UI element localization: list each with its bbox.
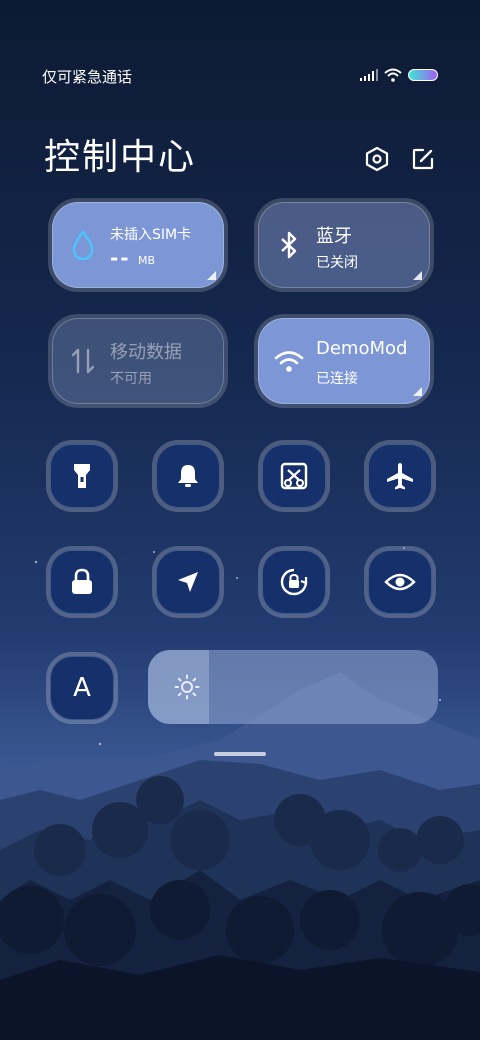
bluetooth-status: 已关闭 — [316, 255, 358, 271]
settings-button[interactable] — [362, 144, 392, 174]
mobile-data-tile[interactable]: 移动数据 不可用 — [52, 318, 224, 404]
flashlight-toggle[interactable] — [50, 444, 114, 508]
tile-corner-indicator — [413, 271, 422, 280]
wifi-tile[interactable]: DemoMod 已连接 — [258, 318, 430, 404]
rotation-lock-icon — [280, 568, 308, 596]
reading-mode-toggle[interactable] — [368, 550, 432, 614]
airplane-mode-toggle[interactable] — [368, 444, 432, 508]
eye-icon — [384, 573, 416, 591]
rotation-lock-toggle[interactable] — [262, 550, 326, 614]
page-title: 控制中心 — [44, 137, 197, 178]
mobile-data-title: 移动数据 — [110, 342, 182, 363]
sound-toggle[interactable] — [156, 444, 220, 508]
bluetooth-title: 蓝牙 — [316, 226, 352, 247]
mobile-data-status: 不可用 — [110, 371, 152, 387]
carrier-text: 仅可紧急通话 — [42, 68, 133, 86]
sim-tile-title: 未插入SIM卡 — [110, 227, 192, 243]
sim-data-tile[interactable]: 未插入SIM卡 -- MB — [52, 202, 224, 288]
bell-icon — [178, 465, 198, 487]
airplane-icon — [387, 463, 413, 490]
wifi-status: 已连接 — [316, 371, 358, 387]
edit-button[interactable] — [408, 144, 438, 174]
panel-drag-handle[interactable] — [214, 752, 266, 756]
location-toggle[interactable] — [156, 550, 220, 614]
brightness-sun-icon — [174, 674, 200, 700]
signal-icon — [360, 69, 378, 81]
data-transfer-icon — [66, 344, 100, 378]
flashlight-icon — [74, 464, 90, 488]
text-size-label: A — [73, 673, 91, 703]
screen-lock-toggle[interactable] — [50, 550, 114, 614]
location-icon — [178, 572, 198, 592]
battery-icon — [408, 69, 438, 81]
screenshot-toggle[interactable] — [262, 444, 326, 508]
sim-data-unit: MB — [138, 254, 156, 267]
wifi-network-name: DemoMod — [316, 338, 408, 359]
text-size-button[interactable]: A — [50, 656, 114, 720]
bluetooth-tile[interactable]: 蓝牙 已关闭 — [258, 202, 430, 288]
wifi-icon — [272, 344, 306, 378]
bluetooth-icon — [272, 228, 306, 262]
brightness-slider[interactable] — [148, 650, 438, 724]
settings-hexagon-icon — [365, 146, 389, 172]
screenshot-icon — [280, 462, 308, 490]
sim-data-value: -- — [110, 246, 131, 270]
status-bar: 仅可紧急通话 — [42, 64, 438, 88]
edit-icon — [412, 148, 434, 170]
wifi-status-icon — [384, 68, 402, 82]
tile-corner-indicator — [413, 387, 422, 396]
lock-icon — [72, 568, 92, 594]
water-drop-icon — [66, 228, 100, 262]
tile-corner-indicator — [207, 271, 216, 280]
